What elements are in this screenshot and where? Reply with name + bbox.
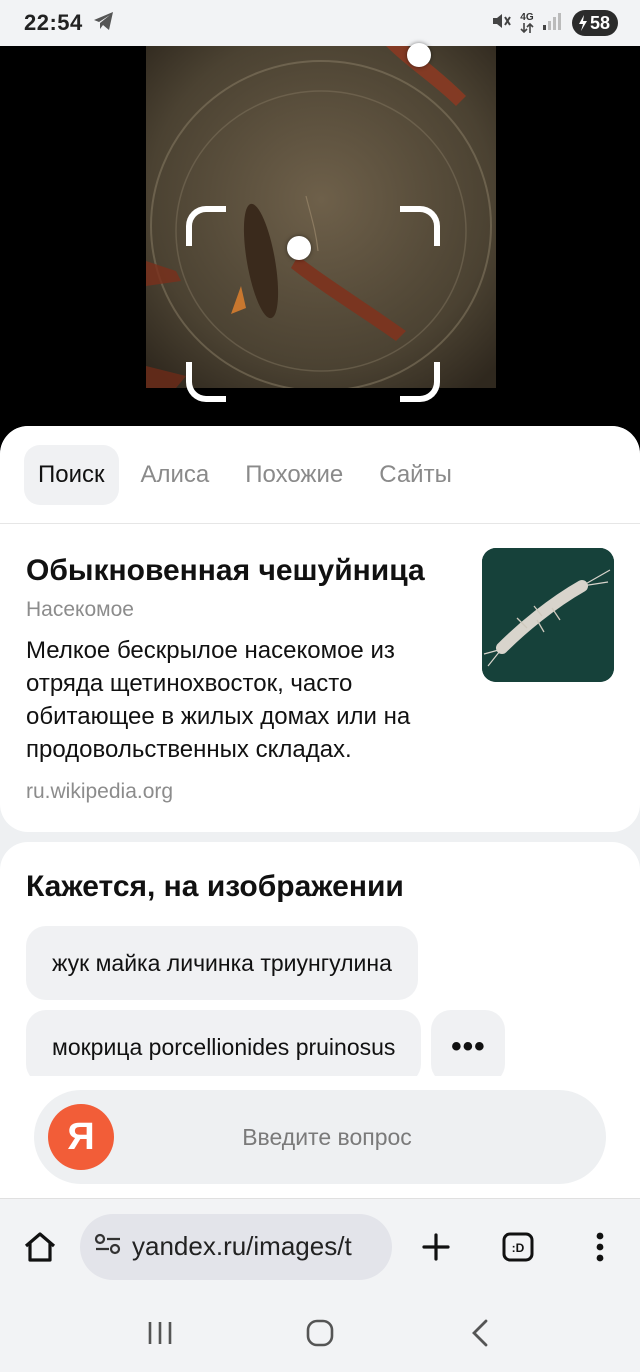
system-navigation-bar	[0, 1294, 640, 1372]
crop-handle-bottom-left[interactable]	[186, 362, 226, 402]
main-result-card: Поиск Алиса Похожие Сайты Обыкновенная ч…	[0, 426, 640, 832]
results-sheet: Поиск Алиса Похожие Сайты Обыкновенная ч…	[0, 426, 640, 1198]
entity-description: Мелкое бескрылое насекомое из отряда щет…	[26, 637, 411, 763]
mute-icon	[490, 10, 512, 37]
status-time: 22:54	[24, 10, 83, 35]
browser-toolbar: yandex.ru/images/t :D	[0, 1198, 640, 1294]
menu-kebab-icon[interactable]	[578, 1225, 622, 1269]
query-placeholder[interactable]: Введите вопрос	[114, 1124, 606, 1151]
object-hotspot[interactable]	[287, 236, 311, 260]
entity-source-link[interactable]: ru.wikipedia.org	[26, 780, 614, 804]
object-chips: жук майка личинка триунгулина мокрица po…	[26, 926, 614, 1084]
back-icon[interactable]	[458, 1311, 502, 1355]
result-tabs: Поиск Алиса Похожие Сайты	[0, 426, 640, 524]
crop-handle-top-right[interactable]	[400, 206, 440, 246]
charging-icon	[578, 15, 587, 31]
section-title: Кажется, на изображении	[26, 870, 404, 903]
telegram-icon	[93, 11, 115, 36]
network-icon: 4G	[520, 13, 534, 33]
entity-card[interactable]: Обыкновенная чешуйница Насекомое Мелкое …	[0, 524, 640, 804]
object-hotspot[interactable]	[407, 43, 431, 67]
signal-icon	[542, 11, 564, 36]
entity-thumbnail[interactable]	[482, 548, 614, 682]
home-nav-icon[interactable]	[298, 1311, 342, 1355]
status-bar: 22:54 4G 58	[0, 0, 640, 46]
yandex-logo-icon[interactable]: Я	[48, 1104, 114, 1170]
more-chips-button[interactable]: •••	[431, 1010, 506, 1084]
site-settings-icon[interactable]	[94, 1233, 122, 1260]
tabs-switcher-icon[interactable]: :D	[496, 1225, 540, 1269]
tab-alice[interactable]: Алиса	[127, 445, 224, 505]
image-viewer	[0, 43, 640, 446]
home-icon[interactable]	[18, 1225, 62, 1269]
tab-sites[interactable]: Сайты	[365, 445, 466, 505]
url-text[interactable]: yandex.ru/images/t	[132, 1231, 352, 1262]
battery-indicator: 58	[571, 10, 618, 36]
crop-handle-top-left[interactable]	[186, 206, 226, 246]
tab-similar[interactable]: Похожие	[231, 445, 357, 505]
object-chip[interactable]: мокрица porcellionides pruinosus	[26, 1010, 422, 1084]
recents-icon[interactable]	[138, 1311, 182, 1355]
entity-title[interactable]: Обыкновенная чешуйница	[26, 552, 466, 590]
svg-text::D: :D	[512, 1241, 525, 1255]
crop-handle-bottom-right[interactable]	[400, 362, 440, 402]
tab-search[interactable]: Поиск	[24, 444, 119, 505]
object-chip[interactable]: жук майка личинка триунгулина	[26, 926, 418, 1000]
crop-frame[interactable]	[186, 206, 440, 402]
new-tab-icon[interactable]	[414, 1225, 458, 1269]
address-bar[interactable]: yandex.ru/images/t	[80, 1213, 392, 1280]
network-type: 4G	[520, 12, 534, 23]
query-input[interactable]: Я Введите вопрос	[34, 1090, 606, 1184]
battery-level: 58	[589, 12, 610, 33]
